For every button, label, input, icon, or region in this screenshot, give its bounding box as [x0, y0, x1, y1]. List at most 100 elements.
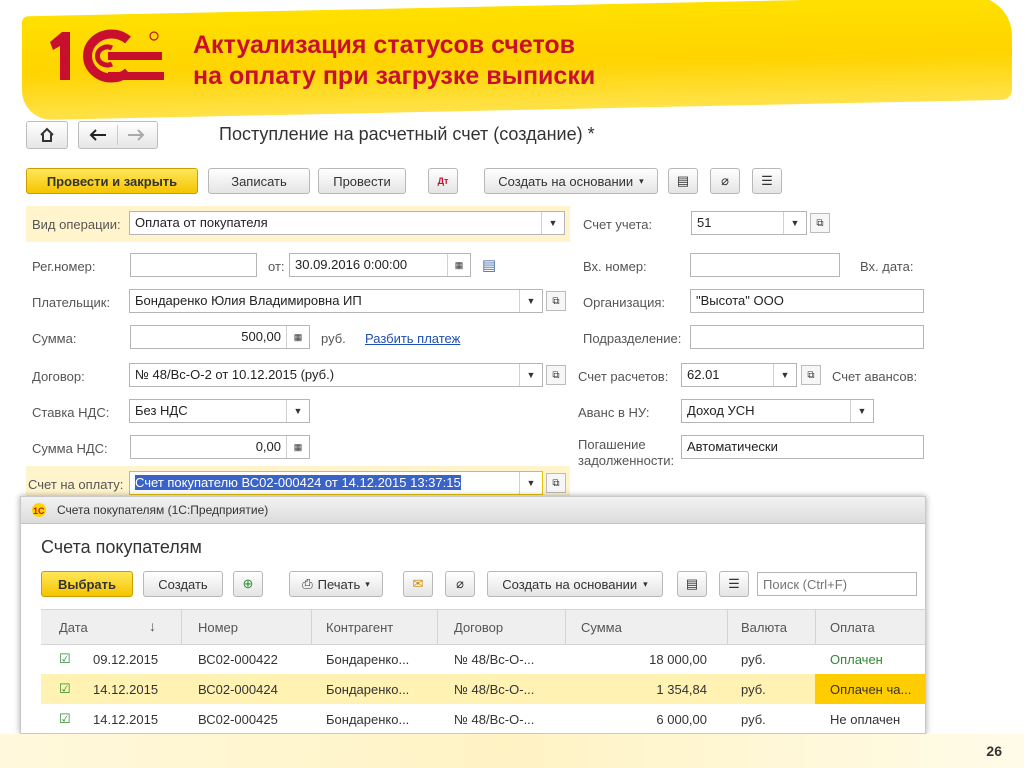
post-button[interactable]: Провести: [318, 168, 406, 194]
chevron-down-icon[interactable]: ▼: [773, 364, 796, 386]
currency-label: руб.: [321, 331, 346, 346]
vat-sum-input[interactable]: 0,00 ▦: [130, 435, 310, 459]
svg-text:1С: 1С: [33, 506, 45, 516]
debt-select[interactable]: Автоматически: [681, 435, 924, 459]
table-row[interactable]: ☑ 14.12.2015 ВС02-000425 Бондаренко... №…: [41, 704, 925, 733]
date-input[interactable]: 30.09.2016 0:00:00 ▦: [289, 253, 471, 277]
home-button[interactable]: [26, 121, 68, 149]
arrow-right-icon: [128, 129, 145, 141]
advance-nu-select[interactable]: Доход УСН ▼: [681, 399, 874, 423]
list-icon: ☰: [728, 576, 740, 591]
row-payment-status: Не оплачен: [830, 712, 901, 727]
payer-value: Бондаренко Юлия Владимировна ИП: [135, 293, 362, 308]
chevron-down-icon[interactable]: ▼: [850, 400, 873, 422]
vat-sum-value: 0,00: [255, 439, 281, 454]
org-value: "Высота" ООО: [696, 293, 784, 308]
search-input[interactable]: [757, 572, 917, 596]
forward-button[interactable]: [118, 122, 156, 148]
col-currency[interactable]: Валюта: [741, 620, 787, 635]
email-button[interactable]: ✉: [403, 571, 433, 597]
form-title: Поступление на расчетный счет (создание)…: [219, 124, 595, 144]
column-divider: [815, 610, 816, 644]
slide-title-line1: Актуализация статусов счетов: [193, 31, 576, 59]
row-contractor: Бондаренко...: [326, 682, 410, 697]
calendar-icon[interactable]: ▦: [447, 254, 470, 276]
debt-value: Автоматически: [687, 439, 778, 454]
settlement-account-select[interactable]: 62.01 ▼: [681, 363, 797, 387]
chevron-down-icon[interactable]: ▼: [286, 400, 309, 422]
calculator-icon[interactable]: ▦: [286, 326, 309, 348]
chevron-down-icon[interactable]: ▼: [519, 472, 542, 494]
chevron-down-icon[interactable]: ▼: [519, 364, 542, 386]
sum-input[interactable]: 500,00 ▦: [130, 325, 310, 349]
select-button[interactable]: Выбрать: [41, 571, 133, 597]
dt-kt-button[interactable]: Дт: [428, 168, 458, 194]
create-based-button[interactable]: Создать на основании ▾: [487, 571, 663, 597]
in-date-label: Вх. дата:: [860, 259, 914, 274]
open-icon[interactable]: ⧉: [810, 213, 830, 233]
open-icon[interactable]: ⧉: [546, 473, 566, 493]
in-number-input[interactable]: [690, 253, 840, 277]
open-icon[interactable]: ⧉: [546, 365, 566, 385]
org-select[interactable]: "Высота" ООО: [690, 289, 924, 313]
col-payment[interactable]: Оплата: [830, 620, 875, 635]
copy-button[interactable]: ⊕: [233, 571, 263, 597]
list-button[interactable]: ☰: [752, 168, 782, 194]
payer-select[interactable]: Бондаренко Юлия Владимировна ИП ▼: [129, 289, 543, 313]
create-based-button[interactable]: Создать на основании ▾: [484, 168, 658, 194]
invoice-select[interactable]: Счет покупателю ВС02-000424 от 14.12.201…: [129, 471, 543, 495]
col-date[interactable]: Дата: [59, 620, 88, 635]
post-and-close-button[interactable]: Провести и закрыть: [26, 168, 198, 194]
open-icon[interactable]: ⧉: [801, 365, 821, 385]
back-button[interactable]: [79, 122, 117, 148]
vat-rate-select[interactable]: Без НДС ▼: [129, 399, 310, 423]
op-type-value: Оплата от покупателя: [135, 215, 268, 230]
create-button[interactable]: Создать: [143, 571, 223, 597]
document-icon-button[interactable]: ▤: [668, 168, 698, 194]
printer-icon: ⎙: [302, 576, 313, 591]
document-icon-button[interactable]: ▤: [677, 571, 707, 597]
list-button[interactable]: ☰: [719, 571, 749, 597]
subdivision-label: Подразделение:: [583, 331, 682, 346]
advance-nu-value: Доход УСН: [687, 403, 755, 418]
attach-button[interactable]: ⌀: [445, 571, 475, 597]
row-date: 14.12.2015: [93, 712, 159, 727]
split-payment-link[interactable]: Разбить платеж: [365, 331, 460, 346]
chevron-down-icon[interactable]: ▼: [783, 212, 806, 234]
col-number[interactable]: Номер: [198, 620, 238, 635]
list-icon: ☰: [761, 173, 773, 188]
subdivision-input[interactable]: [690, 325, 924, 349]
home-icon: [40, 127, 54, 142]
slide-header: Актуализация статусов счетов на оплату п…: [0, 0, 1024, 121]
document-icon: ▤: [676, 173, 690, 188]
account-select[interactable]: 51 ▼: [691, 211, 807, 235]
advance-nu-label: Аванс в НУ:: [578, 405, 650, 420]
calculator-icon[interactable]: ▦: [286, 436, 309, 458]
posted-doc-icon: ☑: [59, 651, 71, 666]
table-row-selected[interactable]: ☑ 14.12.2015 ВС02-000424 Бондаренко... №…: [41, 674, 925, 704]
attach-button[interactable]: ⌀: [710, 168, 740, 194]
create-based-label: Создать на основании: [502, 576, 638, 592]
invoice-label: Счет на оплату:: [28, 477, 124, 492]
chevron-down-icon[interactable]: ▼: [519, 290, 542, 312]
contract-value: № 48/Вс-О-2 от 10.12.2015 (руб.): [135, 367, 335, 382]
customer-invoices-window: 1С Счета покупателям (1С:Предприятие) Сч…: [20, 496, 926, 734]
table-row[interactable]: ☑ 09.12.2015 ВС02-000422 Бондаренко... №…: [41, 644, 925, 674]
chevron-down-icon[interactable]: ▼: [541, 212, 564, 234]
regnum-input[interactable]: [130, 253, 257, 277]
column-divider: [311, 610, 312, 644]
print-button[interactable]: ⎙ Печать ▾: [289, 571, 383, 597]
print-label: Печать: [317, 576, 361, 592]
comment-icon[interactable]: ▤: [482, 256, 496, 274]
org-label: Организация:: [583, 295, 666, 310]
posted-doc-icon: ☑: [59, 711, 71, 726]
open-icon[interactable]: ⧉: [546, 291, 566, 311]
op-type-select[interactable]: Оплата от покупателя ▼: [129, 211, 565, 235]
contract-select[interactable]: № 48/Вс-О-2 от 10.12.2015 (руб.) ▼: [129, 363, 543, 387]
paperclip-icon: ⌀: [456, 576, 464, 591]
row-contract: № 48/Вс-О-...: [454, 682, 535, 697]
col-contract[interactable]: Договор: [454, 620, 503, 635]
col-sum[interactable]: Сумма: [581, 620, 622, 635]
save-button[interactable]: Записать: [208, 168, 310, 194]
col-contractor[interactable]: Контрагент: [326, 620, 393, 635]
